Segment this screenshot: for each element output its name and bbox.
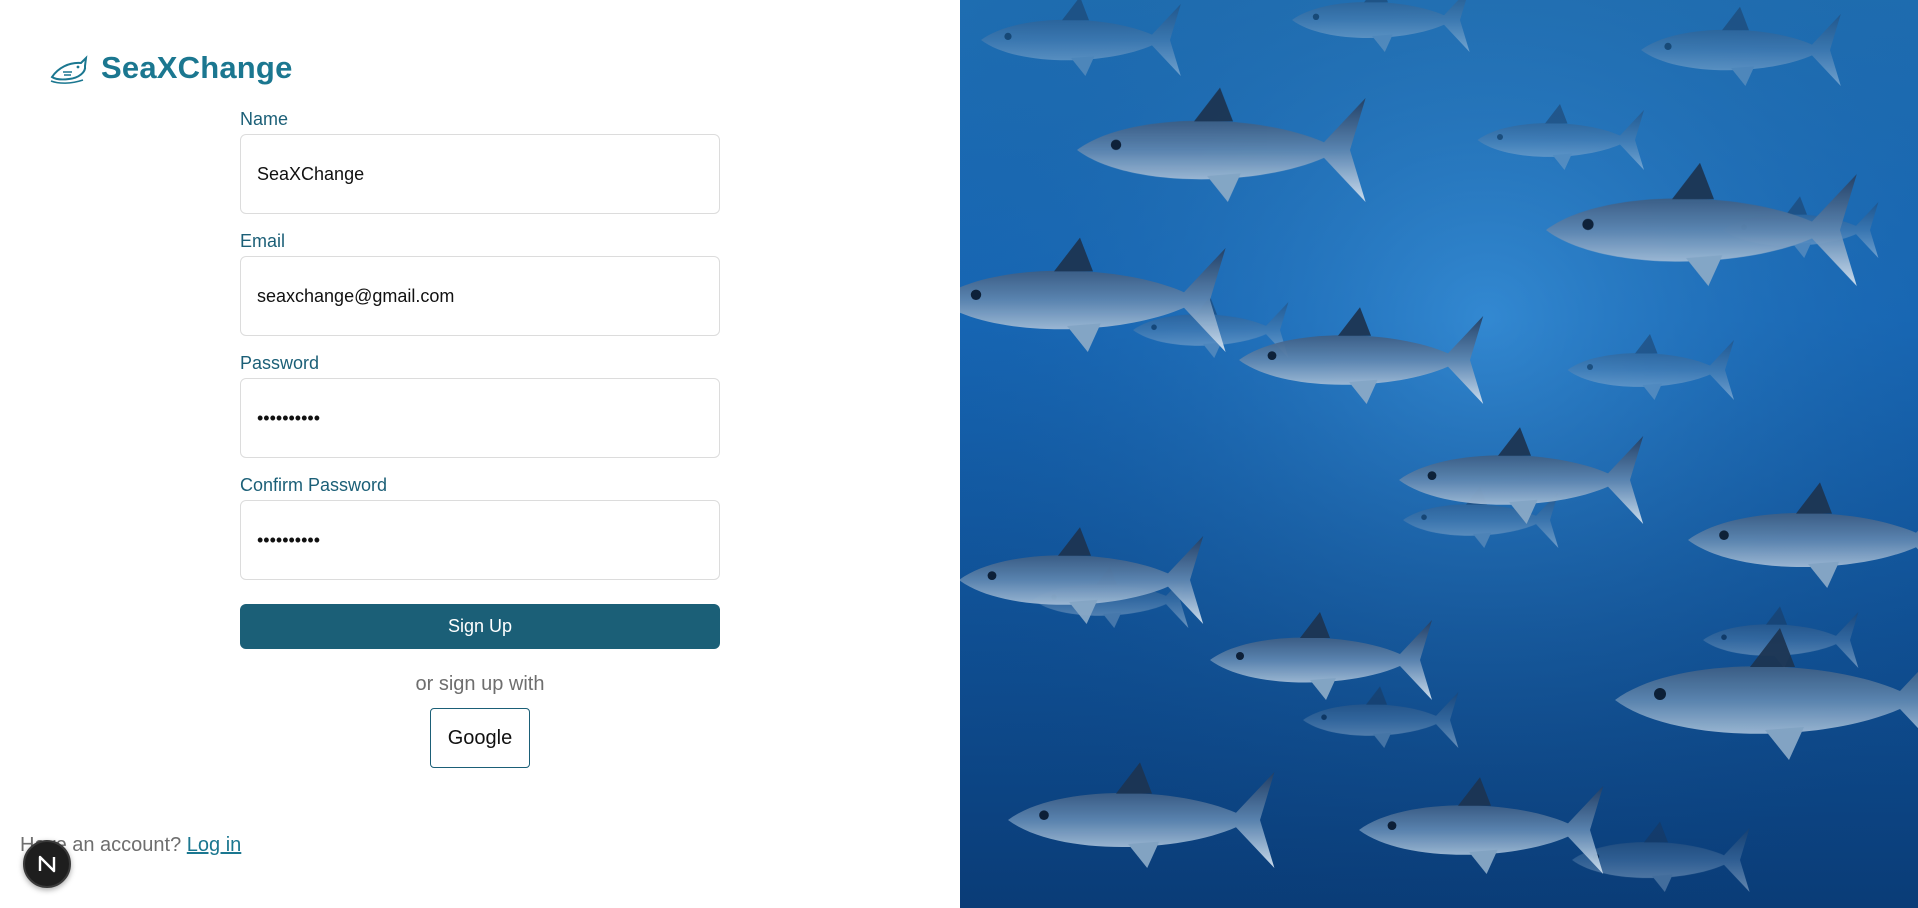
brand-logo[interactable]: SeaXChange	[49, 50, 293, 86]
sign-up-button[interactable]: Sign Up	[240, 604, 720, 649]
name-input[interactable]	[240, 134, 720, 214]
hero-image	[960, 0, 1918, 908]
nextjs-n-icon	[38, 855, 56, 873]
signup-panel: SeaXChange Name Email Password Confirm P…	[0, 0, 960, 908]
password-field-group: Password	[240, 352, 720, 458]
signup-form: Name Email Password Confirm Password Sig…	[240, 108, 720, 768]
nextjs-dev-badge[interactable]	[23, 840, 71, 888]
google-signup-button[interactable]: Google	[430, 708, 530, 768]
email-label: Email	[240, 231, 286, 251]
email-field-group: Email	[240, 230, 720, 336]
email-input[interactable]	[240, 256, 720, 336]
password-label: Password	[240, 353, 320, 373]
name-field-group: Name	[240, 108, 720, 214]
password-input[interactable]	[240, 378, 720, 458]
fish-logo-icon	[50, 55, 88, 84]
confirm-password-label: Confirm Password	[240, 475, 388, 495]
confirm-password-input[interactable]	[240, 500, 720, 580]
brand-name: SeaXChange	[101, 50, 293, 85]
confirm-password-field-group: Confirm Password	[240, 474, 720, 580]
name-label: Name	[240, 109, 289, 129]
tuna-school-illustration	[960, 0, 1918, 908]
social-buttons: Google	[240, 708, 720, 768]
login-link[interactable]: Log in	[187, 834, 242, 856]
alt-signup-text: or sign up with	[415, 673, 545, 695]
